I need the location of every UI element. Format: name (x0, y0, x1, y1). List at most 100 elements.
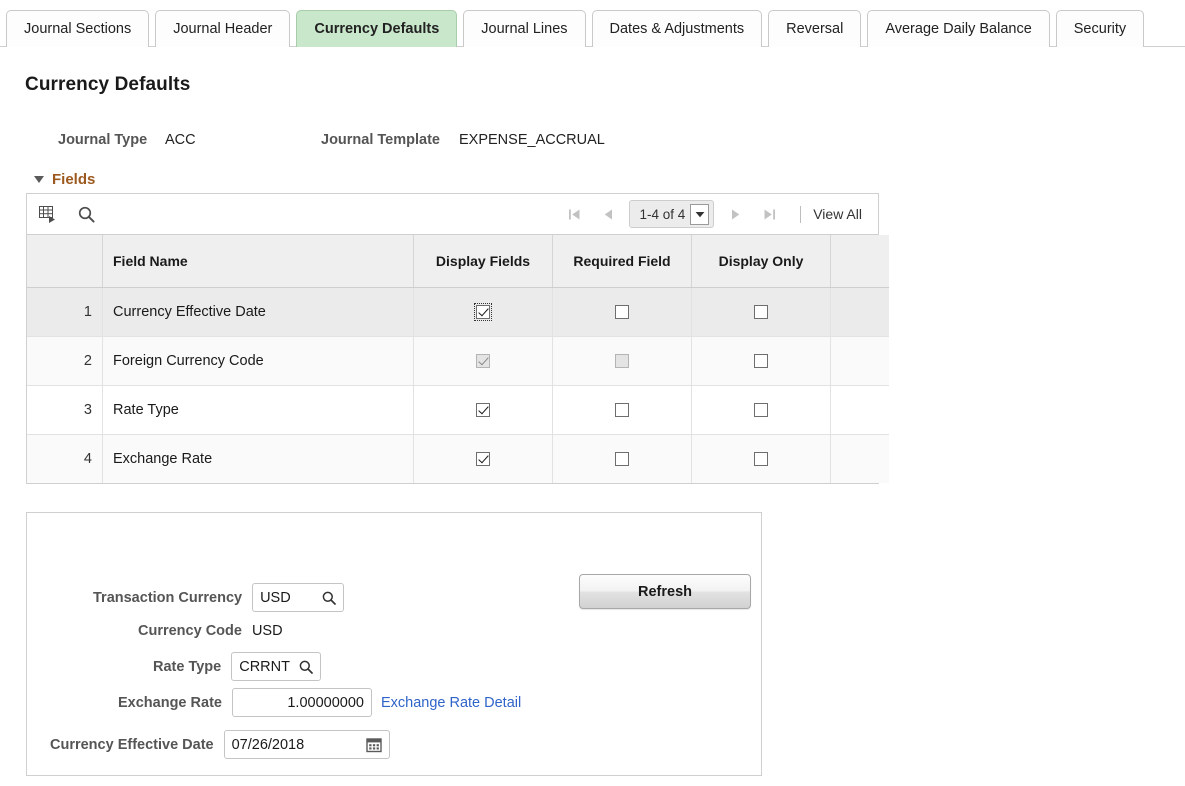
display-fields-checkbox[interactable] (476, 452, 490, 466)
display-only-checkbox[interactable] (754, 403, 768, 417)
column-header-display-fields: Display Fields (414, 235, 553, 288)
rate-type-label: Rate Type (153, 659, 221, 675)
tab-security[interactable]: Security (1056, 10, 1144, 47)
tab-list: Journal SectionsJournal HeaderCurrency D… (0, 0, 1185, 46)
cell-display-fields (414, 288, 553, 337)
row-field-name: Exchange Rate (103, 435, 414, 484)
cell-display-fields (414, 337, 553, 386)
previous-page-icon[interactable] (591, 201, 625, 227)
display-only-checkbox[interactable] (754, 354, 768, 368)
required-field-checkbox[interactable] (615, 452, 629, 466)
currency-effective-date-value: 07/26/2018 (232, 737, 359, 753)
cell-display-only (692, 337, 831, 386)
search-icon[interactable] (78, 206, 95, 223)
exchange-rate-value: 1.00000000 (240, 695, 364, 711)
tab-journal-sections[interactable]: Journal Sections (6, 10, 149, 47)
row-number: 3 (27, 386, 103, 435)
currency-effective-date-label: Currency Effective Date (50, 737, 214, 753)
page-title: Currency Defaults (25, 74, 190, 96)
exchange-rate-detail-link[interactable]: Exchange Rate Detail (381, 695, 521, 711)
exchange-rate-field[interactable]: 1.00000000 (232, 688, 372, 717)
transaction-currency-label: Transaction Currency (93, 590, 242, 606)
rate-type-field[interactable]: CRRNT (231, 652, 321, 681)
cell-trailing (831, 386, 890, 435)
currency-effective-date-row: Currency Effective Date 07/26/2018 (50, 730, 390, 759)
display-only-checkbox[interactable] (754, 305, 768, 319)
next-page-icon[interactable] (718, 201, 752, 227)
view-all-link[interactable]: View All (813, 206, 864, 222)
table-row[interactable]: 1Currency Effective Date (27, 288, 889, 337)
table-header-row: Field Name Display Fields Required Field… (27, 235, 889, 288)
tab-bar: Journal SectionsJournal HeaderCurrency D… (0, 0, 1185, 47)
required-field-checkbox[interactable] (615, 403, 629, 417)
grid-toolbar: 1-4 of 4 (27, 194, 878, 235)
row-number: 1 (27, 288, 103, 337)
tab-average-daily-balance[interactable]: Average Daily Balance (867, 10, 1049, 47)
required-field-checkbox (615, 354, 629, 368)
page-range-selector[interactable]: 1-4 of 4 (629, 200, 714, 228)
fields-grid: 1-4 of 4 (26, 193, 879, 484)
column-header-rownum (27, 235, 103, 288)
cell-trailing (831, 435, 890, 484)
rate-type-row: Rate Type CRRNT (153, 652, 321, 681)
display-fields-checkbox[interactable] (476, 305, 490, 319)
cell-display-only (692, 435, 831, 484)
tab-reversal[interactable]: Reversal (768, 10, 861, 47)
table-row[interactable]: 2Foreign Currency Code (27, 337, 889, 386)
cell-required-field (553, 386, 692, 435)
cell-required-field (553, 337, 692, 386)
last-page-icon[interactable] (752, 201, 786, 227)
calendar-icon[interactable] (366, 737, 382, 753)
cell-required-field (553, 288, 692, 337)
grid-pagination: 1-4 of 4 (557, 200, 864, 228)
fields-table: Field Name Display Fields Required Field… (27, 235, 889, 483)
collapse-fields-caret-icon[interactable] (34, 176, 44, 183)
chevron-down-icon[interactable] (690, 204, 709, 225)
row-number: 4 (27, 435, 103, 484)
tab-journal-header[interactable]: Journal Header (155, 10, 290, 47)
currency-code-label: Currency Code (138, 623, 242, 639)
display-only-checkbox[interactable] (754, 452, 768, 466)
currency-code-value: USD (252, 623, 283, 639)
currency-effective-date-field[interactable]: 07/26/2018 (224, 730, 390, 759)
refresh-button[interactable]: Refresh (579, 574, 751, 609)
currency-defaults-page: Journal SectionsJournal HeaderCurrency D… (0, 0, 1185, 786)
lookup-search-icon[interactable] (322, 591, 336, 605)
toolbar-divider (800, 206, 801, 223)
journal-type-value: ACC (165, 132, 196, 148)
cell-display-only (692, 386, 831, 435)
row-field-name: Currency Effective Date (103, 288, 414, 337)
display-fields-checkbox (476, 354, 490, 368)
column-header-trailing (831, 235, 890, 288)
cell-required-field (553, 435, 692, 484)
transaction-currency-field[interactable]: USD (252, 583, 344, 612)
cell-display-fields (414, 435, 553, 484)
cell-trailing (831, 288, 890, 337)
lookup-search-icon[interactable] (299, 660, 313, 674)
journal-template-label: Journal Template (321, 132, 440, 148)
tab-currency-defaults[interactable]: Currency Defaults (296, 10, 457, 47)
row-field-name: Foreign Currency Code (103, 337, 414, 386)
cell-display-only (692, 288, 831, 337)
page-range-label: 1-4 of 4 (639, 207, 685, 222)
fields-section-header[interactable]: Fields (34, 171, 95, 188)
row-field-name: Rate Type (103, 386, 414, 435)
first-page-icon[interactable] (557, 201, 591, 227)
column-header-field-name: Field Name (103, 235, 414, 288)
display-fields-checkbox[interactable] (476, 403, 490, 417)
required-field-checkbox[interactable] (615, 305, 629, 319)
table-row[interactable]: 3Rate Type (27, 386, 889, 435)
currency-code-row: Currency Code USD (138, 623, 283, 639)
rate-type-value: CRRNT (239, 659, 292, 675)
table-row[interactable]: 4Exchange Rate (27, 435, 889, 484)
exchange-rate-row: Exchange Rate 1.00000000 Exchange Rate D… (118, 688, 521, 717)
cell-display-fields (414, 386, 553, 435)
row-number: 2 (27, 337, 103, 386)
tab-journal-lines[interactable]: Journal Lines (463, 10, 585, 47)
grid-personalize-icon[interactable] (39, 206, 57, 223)
exchange-rate-label: Exchange Rate (118, 695, 222, 711)
tab-dates-adjustments[interactable]: Dates & Adjustments (592, 10, 763, 47)
journal-type-label: Journal Type (58, 132, 147, 148)
transaction-currency-row: Transaction Currency USD (93, 583, 344, 612)
column-header-display-only: Display Only (692, 235, 831, 288)
